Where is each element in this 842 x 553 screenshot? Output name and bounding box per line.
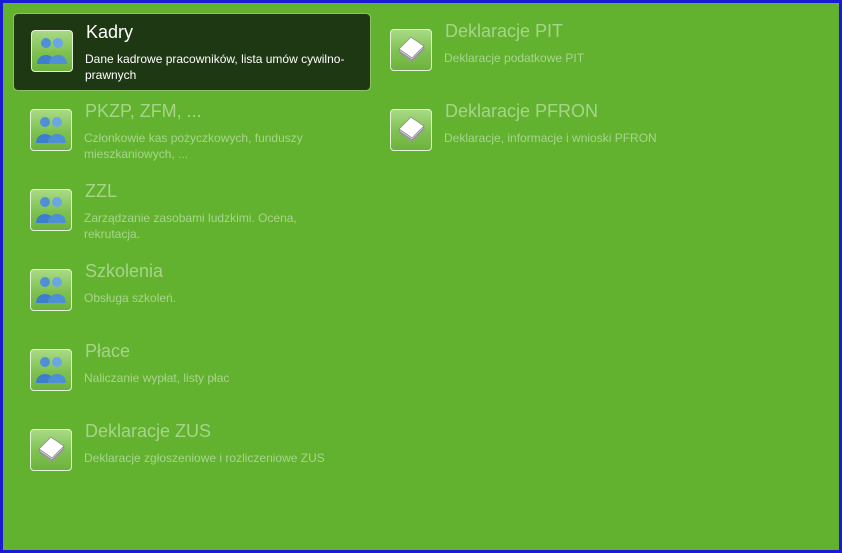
documents-icon [390, 109, 432, 151]
tile-zzl[interactable]: ZZL Zarządzanie zasobami ludzkimi. Ocena… [13, 173, 371, 251]
tile-description: Naliczanie wypłat, listy płac [84, 371, 230, 385]
tile-title: Płace [85, 341, 131, 361]
tile-description: Członkowie kas pożyczkowych, funduszy mi… [84, 131, 303, 161]
people-icon [30, 189, 72, 231]
people-icon [30, 109, 72, 151]
tile-deklaracje-pit[interactable]: Deklaracje PIT Deklaracje podatkowe PIT [373, 13, 731, 91]
tile-title: Szkolenia [85, 261, 164, 281]
tile-kadry[interactable]: Kadry Dane kadrowe pracowników, lista um… [13, 13, 371, 91]
tile-title: Deklaracje PFRON [445, 101, 599, 121]
tile-title: PKZP, ZFM, ... [85, 101, 202, 121]
tile-description: Deklaracje podatkowe PIT [444, 51, 585, 65]
tile-description: Dane kadrowe pracowników, lista umów cyw… [85, 52, 345, 82]
tile-place[interactable]: Płace Naliczanie wypłat, listy płac [13, 333, 371, 411]
people-icon [31, 30, 73, 72]
tile-title: Deklaracje ZUS [85, 421, 212, 441]
documents-icon [390, 29, 432, 71]
tile-title: ZZL [85, 181, 118, 201]
tile-title: Kadry [86, 22, 134, 42]
people-icon [30, 269, 72, 311]
people-icon [30, 349, 72, 391]
tile-description: Deklaracje zgłoszeniowe i rozliczeniowe … [84, 451, 325, 465]
tile-title: Deklaracje PIT [445, 21, 564, 41]
tile-deklaracje-pfron[interactable]: Deklaracje PFRON Deklaracje, informacje … [373, 93, 731, 171]
tile-description: Deklaracje, informacje i wnioski PFRON [444, 131, 657, 145]
module-menu-panel: Kadry Dane kadrowe pracowników, lista um… [0, 0, 842, 553]
tile-description: Obsługa szkoleń. [84, 291, 177, 305]
tile-description: Zarządzanie zasobami ludzkimi. Ocena, re… [84, 211, 297, 241]
tile-deklaracje-zus[interactable]: Deklaracje ZUS Deklaracje zgłoszeniowe i… [13, 413, 371, 491]
tile-pkzp[interactable]: PKZP, ZFM, ... Członkowie kas pożyczkowy… [13, 93, 371, 171]
documents-icon [30, 429, 72, 471]
tile-szkolenia[interactable]: Szkolenia Obsługa szkoleń. [13, 253, 371, 331]
